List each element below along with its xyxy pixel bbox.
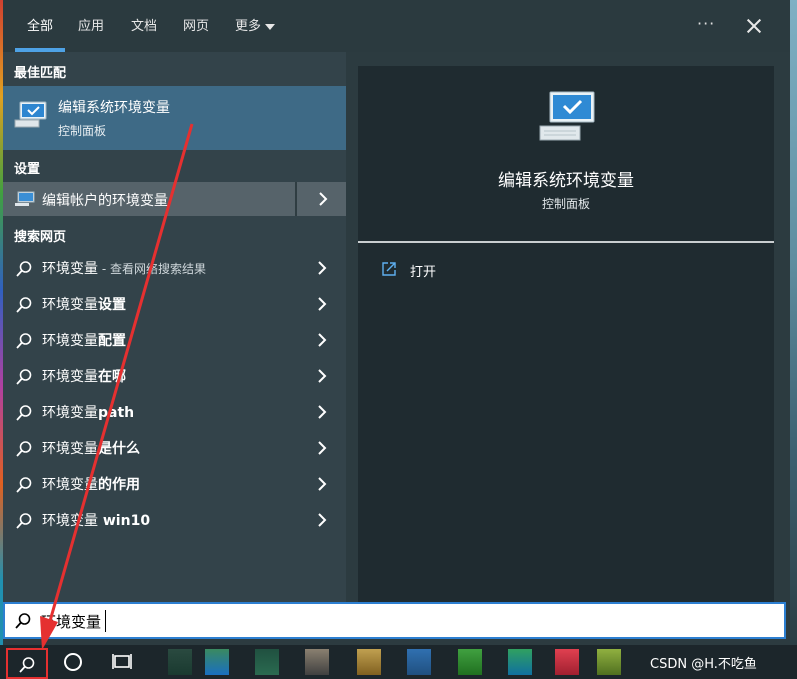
settings-monitor-icon [15,191,35,206]
web-result-query: 环境变量 [42,441,98,457]
cortana-icon[interactable] [64,653,82,671]
tab-documents[interactable]: 文档 [131,17,157,37]
web-result-label: 环境变量在哪 [42,366,126,386]
best-match-item[interactable]: 编辑系统环境变量 控制面板 [3,86,346,150]
web-result-completion: 设置 [98,297,126,313]
best-match-title: 编辑系统环境变量 [58,100,170,116]
tab-apps[interactable]: 应用 [78,17,104,37]
results-list: 最佳匹配 编辑系统环境变量 控制面板 设置 编辑帐户的环境变量 搜索网页 环境变… [3,52,346,602]
taskbar-app-icon[interactable] [508,649,532,675]
tab-all[interactable]: 全部 [27,17,53,37]
filter-tab-bar: 全部 应用 文档 网页 更多 ··· [3,0,790,52]
taskbar-app-icon[interactable] [168,649,192,675]
web-result-item[interactable]: 环境变量 win10 [3,502,346,538]
web-result-label: 环境变量设置 [42,294,126,314]
row-divider [295,182,297,216]
web-result-suffix: - 查看网络搜索结果 [98,262,206,276]
web-result-query: 环境变量 [42,477,98,493]
tab-more[interactable]: 更多 [235,17,276,37]
search-icon [15,613,31,629]
chevron-down-icon [265,23,276,30]
taskbar-app-icon[interactable] [458,649,482,675]
taskbar-app-icon[interactable] [555,649,579,675]
web-result-completion: path [98,405,135,421]
web-result-label: 环境变量的作用 [42,474,140,494]
web-result-item[interactable]: 环境变量path [3,394,346,430]
search-icon [16,333,32,349]
web-result-query: 环境变量 [42,405,98,421]
web-result-query: 环境变量 [42,513,98,529]
section-title-web: 搜索网页 [14,230,67,245]
control-panel-monitor-icon [14,101,47,128]
taskbar: CSDN @H.不吃鱼 [0,645,797,679]
search-input[interactable] [41,608,741,634]
web-result-completion: 的作用 [98,477,140,493]
section-title-settings: 设置 [14,162,41,177]
task-view-icon[interactable] [112,653,132,671]
search-icon [16,405,32,421]
search-icon [16,477,32,493]
preview-pane: 编辑系统环境变量 控制面板 打开 [358,66,774,602]
chevron-right-icon[interactable] [315,332,329,348]
control-panel-monitor-icon [539,91,595,141]
web-result-item[interactable]: 环境变量 - 查看网络搜索结果 [3,250,346,286]
chevron-right-icon[interactable] [315,368,329,384]
web-result-query: 环境变量 [42,369,98,385]
taskbar-app-icon[interactable] [255,649,279,675]
web-result-query: 环境变量 [42,333,98,349]
web-result-label: 环境变量 - 查看网络搜索结果 [42,258,206,278]
web-result-item[interactable]: 环境变量设置 [3,286,346,322]
preview-divider [358,241,774,243]
open-icon [382,262,396,276]
web-result-completion: 配置 [98,333,126,349]
web-result-completion: 在哪 [98,369,126,385]
search-box[interactable] [3,602,786,639]
web-result-item[interactable]: 环境变量的作用 [3,466,346,502]
text-cursor [105,610,106,632]
web-result-label: 环境变量 win10 [42,510,150,530]
chevron-right-icon[interactable] [315,440,329,456]
best-match-subtitle: 控制面板 [58,124,107,138]
tab-web[interactable]: 网页 [183,17,209,37]
web-result-query: 环境变量 [42,261,98,277]
search-icon [16,369,32,385]
web-result-completion: 是什么 [98,441,140,457]
search-icon [16,261,32,277]
close-icon[interactable] [741,13,767,39]
web-result-item[interactable]: 环境变量是什么 [3,430,346,466]
settings-item-label: 编辑帐户的环境变量 [42,193,168,209]
taskbar-app-icon[interactable] [305,649,329,675]
taskbar-app-icon[interactable] [407,649,431,675]
open-action-label: 打开 [410,265,437,280]
chevron-right-icon[interactable] [315,404,329,420]
settings-item-edit-account-env[interactable]: 编辑帐户的环境变量 [3,182,346,216]
search-icon [16,513,32,529]
taskbar-app-icon[interactable] [597,649,621,675]
web-result-label: 环境变量配置 [42,330,126,350]
web-result-item[interactable]: 环境变量在哪 [3,358,346,394]
section-title-best-match: 最佳匹配 [14,66,67,81]
search-icon [16,297,32,313]
csdn-watermark: CSDN @H.不吃鱼 [650,657,757,672]
chevron-right-icon[interactable] [315,476,329,492]
taskbar-app-icon[interactable] [205,649,229,675]
web-result-label: 环境变量path [42,402,134,422]
web-result-label: 环境变量是什么 [42,438,140,458]
chevron-right-icon[interactable] [316,191,330,207]
more-options-button[interactable]: ··· [697,14,715,33]
web-result-completion: win10 [98,513,151,529]
taskbar-app-icon[interactable] [357,649,381,675]
web-result-item[interactable]: 环境变量配置 [3,322,346,358]
preview-title: 编辑系统环境变量 [498,171,634,191]
web-result-query: 环境变量 [42,297,98,313]
tab-more-label: 更多 [235,19,262,34]
taskbar-search-button[interactable] [6,648,48,679]
preview-subtitle: 控制面板 [541,197,590,211]
search-icon [16,441,32,457]
chevron-right-icon[interactable] [315,296,329,312]
search-panel: 全部 应用 文档 网页 更多 ··· 最佳匹配 编辑系统环境变量 控制面板 设置 [3,0,790,645]
chevron-right-icon[interactable] [315,260,329,276]
search-icon [19,657,35,673]
chevron-right-icon[interactable] [315,512,329,528]
